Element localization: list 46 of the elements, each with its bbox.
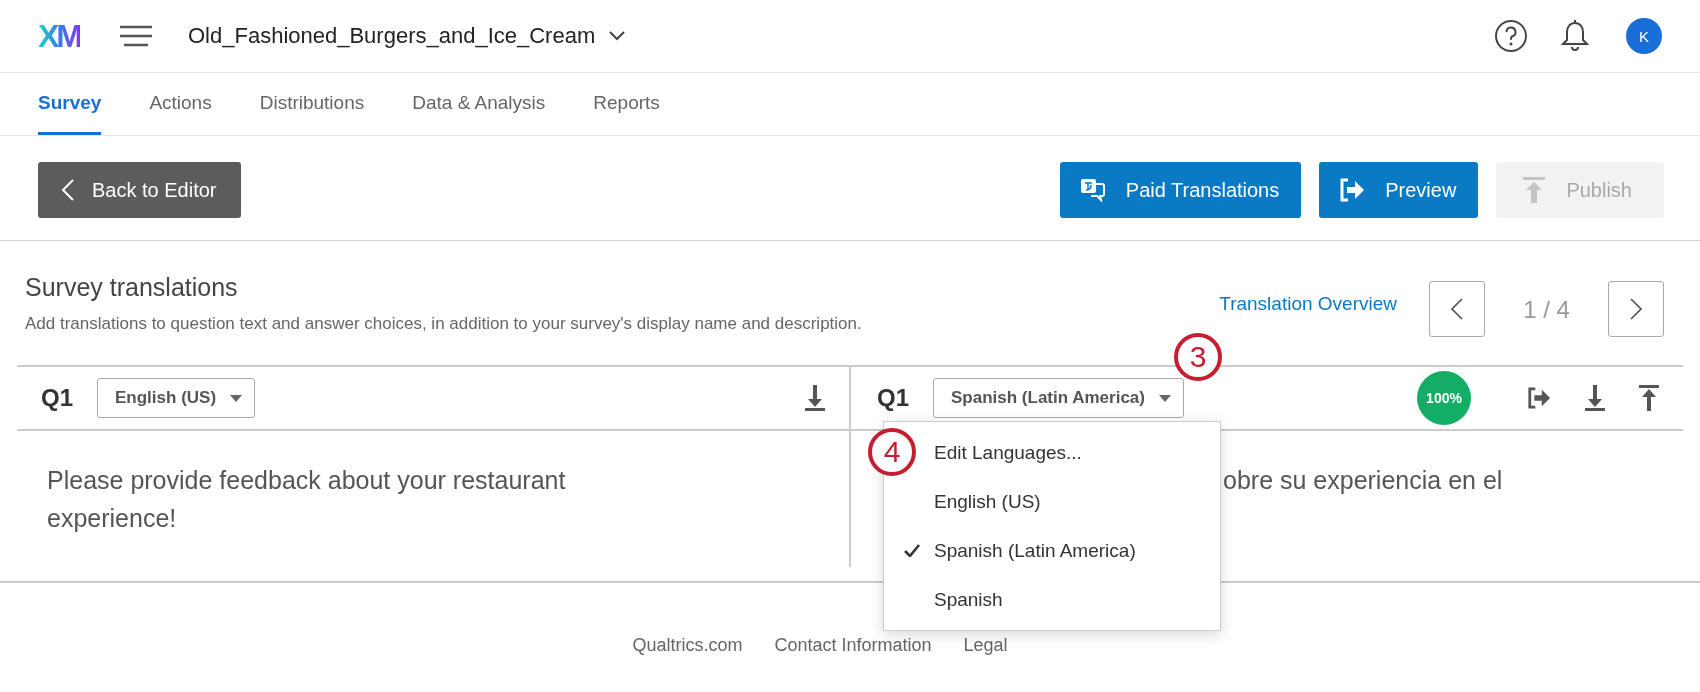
download-icon[interactable] xyxy=(805,385,825,411)
project-title[interactable]: Old_Fashioned_Burgers_and_Ice_Cream xyxy=(188,23,596,49)
question-text: obre su experiencia en el xyxy=(1223,465,1503,496)
help-icon[interactable] xyxy=(1494,19,1528,53)
footer-link[interactable]: Qualtrics.com xyxy=(632,635,743,656)
nav-tab[interactable]: Reports xyxy=(593,73,660,135)
menu-item[interactable]: Spanish xyxy=(934,588,1003,611)
step-callout: 4 xyxy=(868,428,916,476)
chevron-left-icon xyxy=(1451,298,1463,320)
nav-tab[interactable]: Data & Analysis xyxy=(412,73,546,135)
nav-tab[interactable]: Distributions xyxy=(259,73,365,135)
translate-icon xyxy=(1079,178,1106,202)
caret-icon xyxy=(1159,394,1171,402)
section-description: Add translations to question text and answer choices, in addition to your survey's display name and description. xyxy=(25,314,863,334)
back-button[interactable]: Back to Editor xyxy=(38,162,241,218)
footer-link[interactable]: Contact Information xyxy=(774,635,932,656)
footer-link[interactable]: Legal xyxy=(963,635,1008,656)
chevron-down-icon[interactable] xyxy=(609,31,626,41)
menu-icon[interactable] xyxy=(120,25,152,47)
language-dropdown[interactable]: English (US) xyxy=(97,378,256,418)
completion-badge: 100% xyxy=(1417,371,1471,425)
section-title: Survey translations xyxy=(25,273,239,302)
menu-item[interactable]: English (US) xyxy=(934,490,1041,513)
menu-item[interactable]: Spanish (Latin America) xyxy=(934,539,1136,562)
nav-tab[interactable]: Actions xyxy=(149,73,212,135)
bell-icon[interactable] xyxy=(1560,20,1590,52)
exit-arrow-icon xyxy=(1339,177,1366,203)
question-number: Q1 xyxy=(41,384,73,412)
chevron-right-icon xyxy=(1630,298,1642,320)
page-counter: 1 / 4 xyxy=(1522,296,1571,324)
translation-overview-link[interactable]: Translation Overview xyxy=(1219,293,1397,365)
nav-tab[interactable]: Survey xyxy=(38,73,102,135)
upload-icon xyxy=(1522,176,1547,204)
language-dropdown[interactable]: Spanish (Latin America) xyxy=(933,378,1184,418)
chevron-left-icon xyxy=(62,179,74,201)
question-number: Q1 xyxy=(877,384,909,412)
preview-button[interactable]: Preview xyxy=(1319,162,1479,218)
menu-item[interactable]: Edit Languages... xyxy=(934,441,1082,464)
question-text: Please provide feedback about your restaurant experience! xyxy=(47,465,567,534)
translate-button[interactable]: Paid Translations xyxy=(1059,162,1302,218)
step-callout: 3 xyxy=(1174,333,1222,381)
caret-icon xyxy=(230,394,243,402)
user-avatar[interactable]: K xyxy=(1626,18,1662,54)
exit-arrow-icon[interactable] xyxy=(1527,386,1551,410)
download-icon[interactable] xyxy=(1585,385,1605,411)
upload-icon[interactable] xyxy=(1639,385,1659,411)
